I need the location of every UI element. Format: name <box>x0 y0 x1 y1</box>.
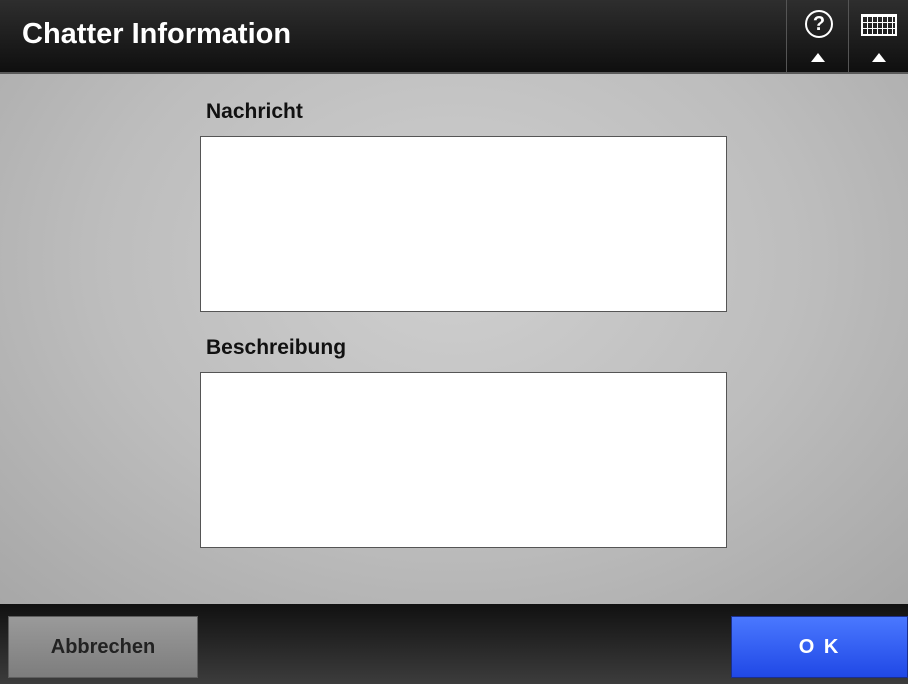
up-arrow-icon <box>810 53 825 62</box>
up-arrow-icon <box>871 53 886 62</box>
description-textarea[interactable] <box>200 372 727 548</box>
message-textarea[interactable] <box>200 136 727 312</box>
main-content: Nachricht Beschreibung <box>0 74 908 604</box>
footer-bar: Abbrechen O K <box>0 604 908 684</box>
help-button[interactable]: ? <box>786 0 848 72</box>
ok-button[interactable]: O K <box>731 616 908 678</box>
keyboard-icon <box>861 14 897 36</box>
keyboard-button[interactable] <box>848 0 908 72</box>
title-bar: Chatter Information ? <box>0 0 908 74</box>
cancel-button[interactable]: Abbrechen <box>8 616 198 678</box>
page-title: Chatter Information <box>22 18 292 50</box>
message-label: Nachricht <box>206 100 303 123</box>
description-label: Beschreibung <box>206 336 347 359</box>
help-question-icon: ? <box>805 10 833 38</box>
